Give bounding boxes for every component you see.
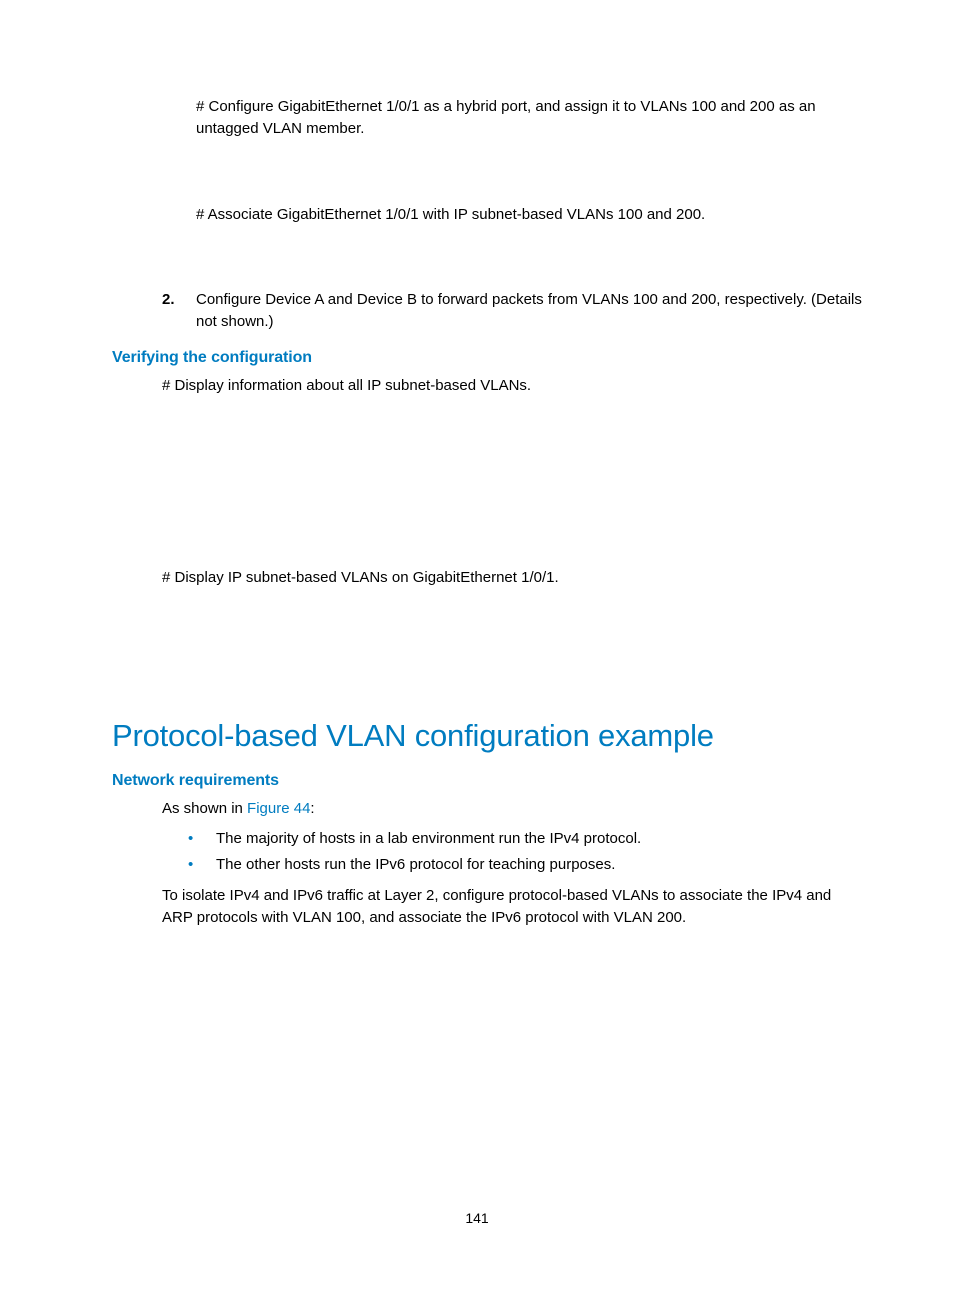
subheading-network-requirements: Network requirements	[112, 772, 864, 790]
config-step-text: # Associate GigabitEthernet 1/0/1 with I…	[196, 204, 864, 226]
figure-link[interactable]: Figure 44	[247, 800, 310, 817]
bullet-list: The majority of hosts in a lab environme…	[112, 826, 864, 877]
body-paragraph: To isolate IPv4 and IPv6 traffic at Laye…	[162, 885, 864, 929]
document-page: # Configure GigabitEthernet 1/0/1 as a h…	[0, 0, 954, 929]
subheading-verifying: Verifying the configuration	[112, 349, 864, 367]
verify-text: # Display IP subnet-based VLANs on Gigab…	[162, 567, 864, 589]
step-text: Configure Device A and Device B to forwa…	[196, 289, 864, 333]
intro-prefix: As shown in	[162, 800, 247, 817]
list-item: The other hosts run the IPv6 protocol fo…	[188, 852, 864, 878]
list-item: The majority of hosts in a lab environme…	[188, 826, 864, 852]
section-title: Protocol-based VLAN configuration exampl…	[112, 718, 864, 754]
numbered-step: 2. Configure Device A and Device B to fo…	[162, 289, 864, 333]
page-number: 141	[0, 1210, 954, 1226]
verify-text: # Display information about all IP subne…	[162, 375, 864, 397]
config-step-text: # Configure GigabitEthernet 1/0/1 as a h…	[196, 96, 864, 140]
intro-suffix: :	[310, 800, 314, 817]
intro-line: As shown in Figure 44:	[162, 798, 864, 820]
step-number: 2.	[162, 289, 196, 333]
